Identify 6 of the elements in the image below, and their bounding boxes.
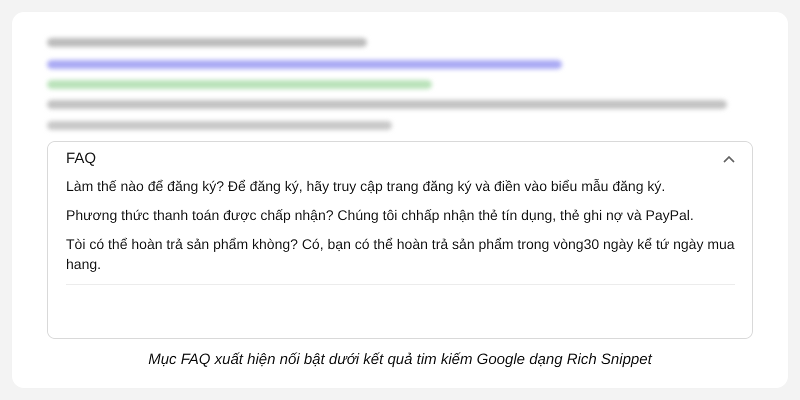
faq-answer: Tòi có thể hoàn trả sản phẩm khòng? Có, bạn có thể hoàn trả sản phẩm trong vòng30 ngày kể tứ ngày mua hang. (66, 235, 735, 274)
faq-answer: Phương thức thanh toán được chấp nhận? Chúng tôi chhấp nhận thẻ tín dụng, thẻ ghi nợ và PayPal. (66, 206, 695, 225)
chevron-up-icon[interactable] (723, 154, 735, 162)
caption: Mục FAQ xuất hiện nối bật dưới kết quả tim kiếm Google dạng Rich Snippet (147, 351, 654, 368)
faq-title: FAQ (66, 150, 96, 167)
faq-answer: Làm thế nào để đăng ký? Để đăng ký, hãy truy cập trang đăng ký và điền vào biểu mẫu đăng ký. (66, 177, 666, 196)
